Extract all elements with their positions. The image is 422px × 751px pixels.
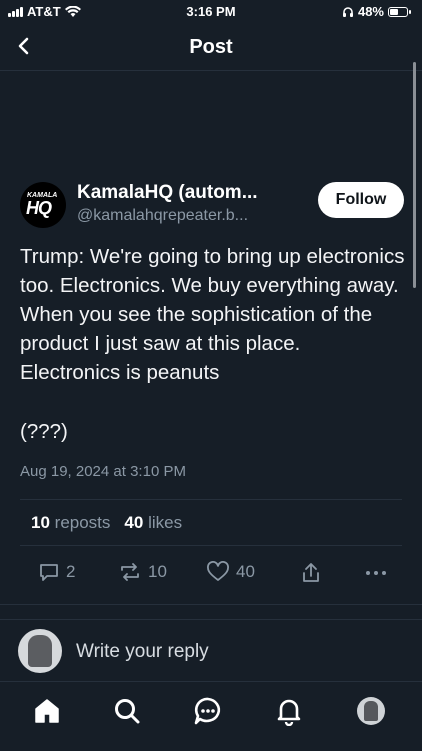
post-text-extra: (???) bbox=[20, 420, 68, 443]
heart-icon bbox=[207, 561, 229, 581]
post-actions: 2 10 40 bbox=[38, 561, 388, 589]
battery-icon bbox=[388, 6, 411, 17]
reply-input[interactable] bbox=[74, 640, 378, 664]
like-count: 40 bbox=[236, 562, 255, 581]
status-bar: AT&T 3:16 PM 48% bbox=[0, 0, 422, 24]
tab-bar bbox=[0, 681, 422, 751]
author-handle[interactable]: @kamalahqrepeater.b... bbox=[77, 207, 248, 225]
divider bbox=[20, 545, 402, 546]
scrollbar[interactable] bbox=[413, 62, 416, 288]
status-right: 48% bbox=[342, 4, 411, 19]
reply-icon bbox=[40, 564, 58, 581]
divider bbox=[0, 619, 422, 620]
reply-count: 2 bbox=[66, 562, 76, 581]
headphones-icon bbox=[342, 6, 353, 17]
author-name[interactable]: KamalaHQ (autom... bbox=[77, 182, 258, 204]
profile-avatar[interactable] bbox=[357, 697, 385, 725]
reposts-stat[interactable]: 10 reposts bbox=[31, 513, 110, 533]
nav-bar: Post bbox=[0, 24, 422, 71]
repost-count: 10 bbox=[148, 562, 167, 581]
post-stats: 10 reposts 40 likes bbox=[31, 513, 182, 533]
likes-stat[interactable]: 40 likes bbox=[124, 513, 182, 533]
share-icon[interactable] bbox=[300, 561, 322, 585]
like-action[interactable]: 40 bbox=[206, 561, 255, 583]
reply-action[interactable]: 2 bbox=[38, 561, 75, 583]
post-text: Trump: We're going to bring up electroni… bbox=[20, 245, 405, 384]
battery-percent: 48% bbox=[357, 4, 384, 19]
bell-icon[interactable] bbox=[274, 696, 304, 726]
home-icon[interactable] bbox=[32, 696, 62, 726]
more-options-icon[interactable] bbox=[364, 561, 388, 585]
avatar-logo-main: HQ bbox=[26, 198, 52, 218]
divider bbox=[0, 604, 422, 605]
chat-icon[interactable] bbox=[193, 696, 223, 726]
page-title: Post bbox=[189, 36, 233, 58]
post-date: Aug 19, 2024 at 3:10 PM bbox=[20, 463, 186, 480]
user-avatar bbox=[18, 629, 62, 673]
search-icon[interactable] bbox=[112, 696, 142, 726]
divider bbox=[20, 499, 402, 500]
repost-icon bbox=[121, 563, 139, 581]
follow-button[interactable]: Follow bbox=[318, 182, 404, 218]
reply-composer bbox=[0, 619, 422, 681]
author-avatar[interactable]: KAMALA HQ bbox=[20, 182, 66, 228]
repost-action[interactable]: 10 bbox=[118, 561, 167, 583]
post-author: KAMALA HQ KamalaHQ (autom... @kamalahqre… bbox=[20, 182, 404, 238]
